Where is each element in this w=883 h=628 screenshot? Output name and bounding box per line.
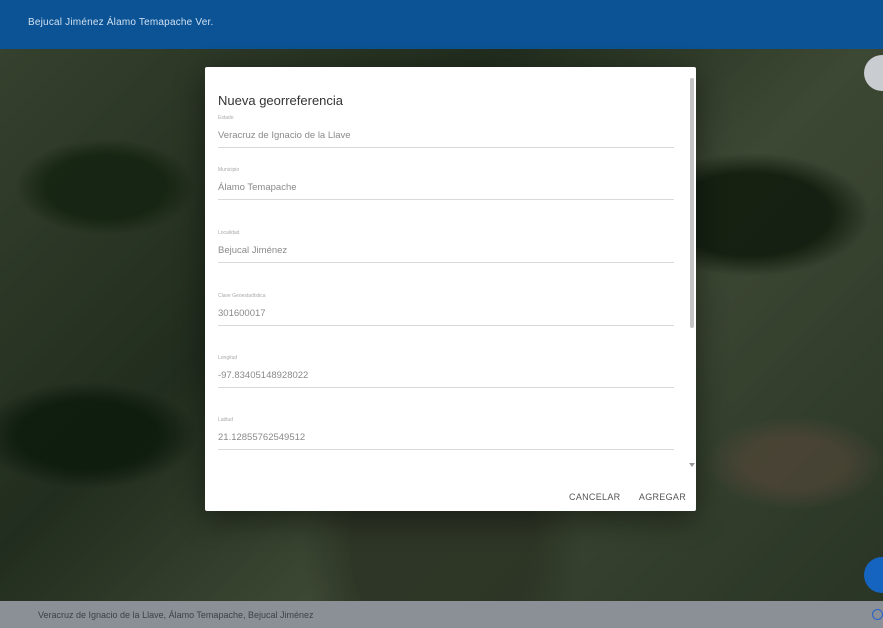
field-value[interactable]: Álamo Temapache bbox=[218, 182, 674, 194]
scrollbar-thumb[interactable] bbox=[690, 78, 694, 328]
field-label: Estado bbox=[218, 115, 234, 121]
field-label: Localidad bbox=[218, 230, 240, 236]
field-label: Latitud bbox=[218, 417, 234, 423]
dialog-actions: CANCELAR AGREGAR bbox=[555, 487, 686, 505]
footer-address: Veracruz de Ignacio de la Llave, Álamo T… bbox=[38, 610, 314, 620]
field-clave-geoestadistica[interactable]: Clave Geoestadística 301600017 bbox=[218, 293, 674, 326]
field-underline bbox=[218, 325, 674, 326]
header-title: Bejucal Jiménez Álamo Temapache Ver. bbox=[28, 17, 214, 28]
dialog-title: Nueva georreferencia bbox=[218, 93, 344, 108]
field-value[interactable]: Veracruz de Ignacio de la Llave bbox=[218, 130, 674, 142]
field-underline bbox=[218, 147, 674, 148]
field-label: Municipio bbox=[218, 167, 240, 173]
field-value[interactable]: Bejucal Jiménez bbox=[218, 245, 674, 257]
field-underline bbox=[218, 199, 674, 200]
field-estado[interactable]: Estado Veracruz de Ignacio de la Llave bbox=[218, 115, 674, 148]
new-georeference-dialog: Nueva georreferencia Estado Veracruz de … bbox=[205, 67, 696, 511]
info-icon[interactable] bbox=[872, 609, 883, 620]
field-label: Longitud bbox=[218, 355, 238, 361]
field-value[interactable]: 21.12855762549512 bbox=[218, 432, 674, 444]
field-latitud[interactable]: Latitud 21.12855762549512 bbox=[218, 417, 674, 450]
footer-bar: Veracruz de Ignacio de la Llave, Álamo T… bbox=[0, 601, 883, 628]
dialog-content[interactable]: Nueva georreferencia Estado Veracruz de … bbox=[205, 67, 691, 467]
dialog-scrollbar[interactable] bbox=[689, 75, 695, 469]
field-longitud[interactable]: Longitud -97.83405148928022 bbox=[218, 355, 674, 388]
field-value[interactable]: 301600017 bbox=[218, 308, 674, 320]
field-municipio[interactable]: Municipio Álamo Temapache bbox=[218, 167, 674, 200]
scroll-down-arrow-icon[interactable] bbox=[689, 463, 695, 467]
app-header: Bejucal Jiménez Álamo Temapache Ver. bbox=[0, 0, 883, 49]
field-value[interactable]: -97.83405148928022 bbox=[218, 370, 674, 382]
field-label: Clave Geoestadística bbox=[218, 293, 266, 299]
field-underline bbox=[218, 262, 674, 263]
field-underline bbox=[218, 449, 674, 450]
cancel-button[interactable]: CANCELAR bbox=[569, 492, 620, 502]
add-button[interactable]: AGREGAR bbox=[639, 492, 686, 502]
field-underline bbox=[218, 387, 674, 388]
field-localidad[interactable]: Localidad Bejucal Jiménez bbox=[218, 230, 674, 263]
